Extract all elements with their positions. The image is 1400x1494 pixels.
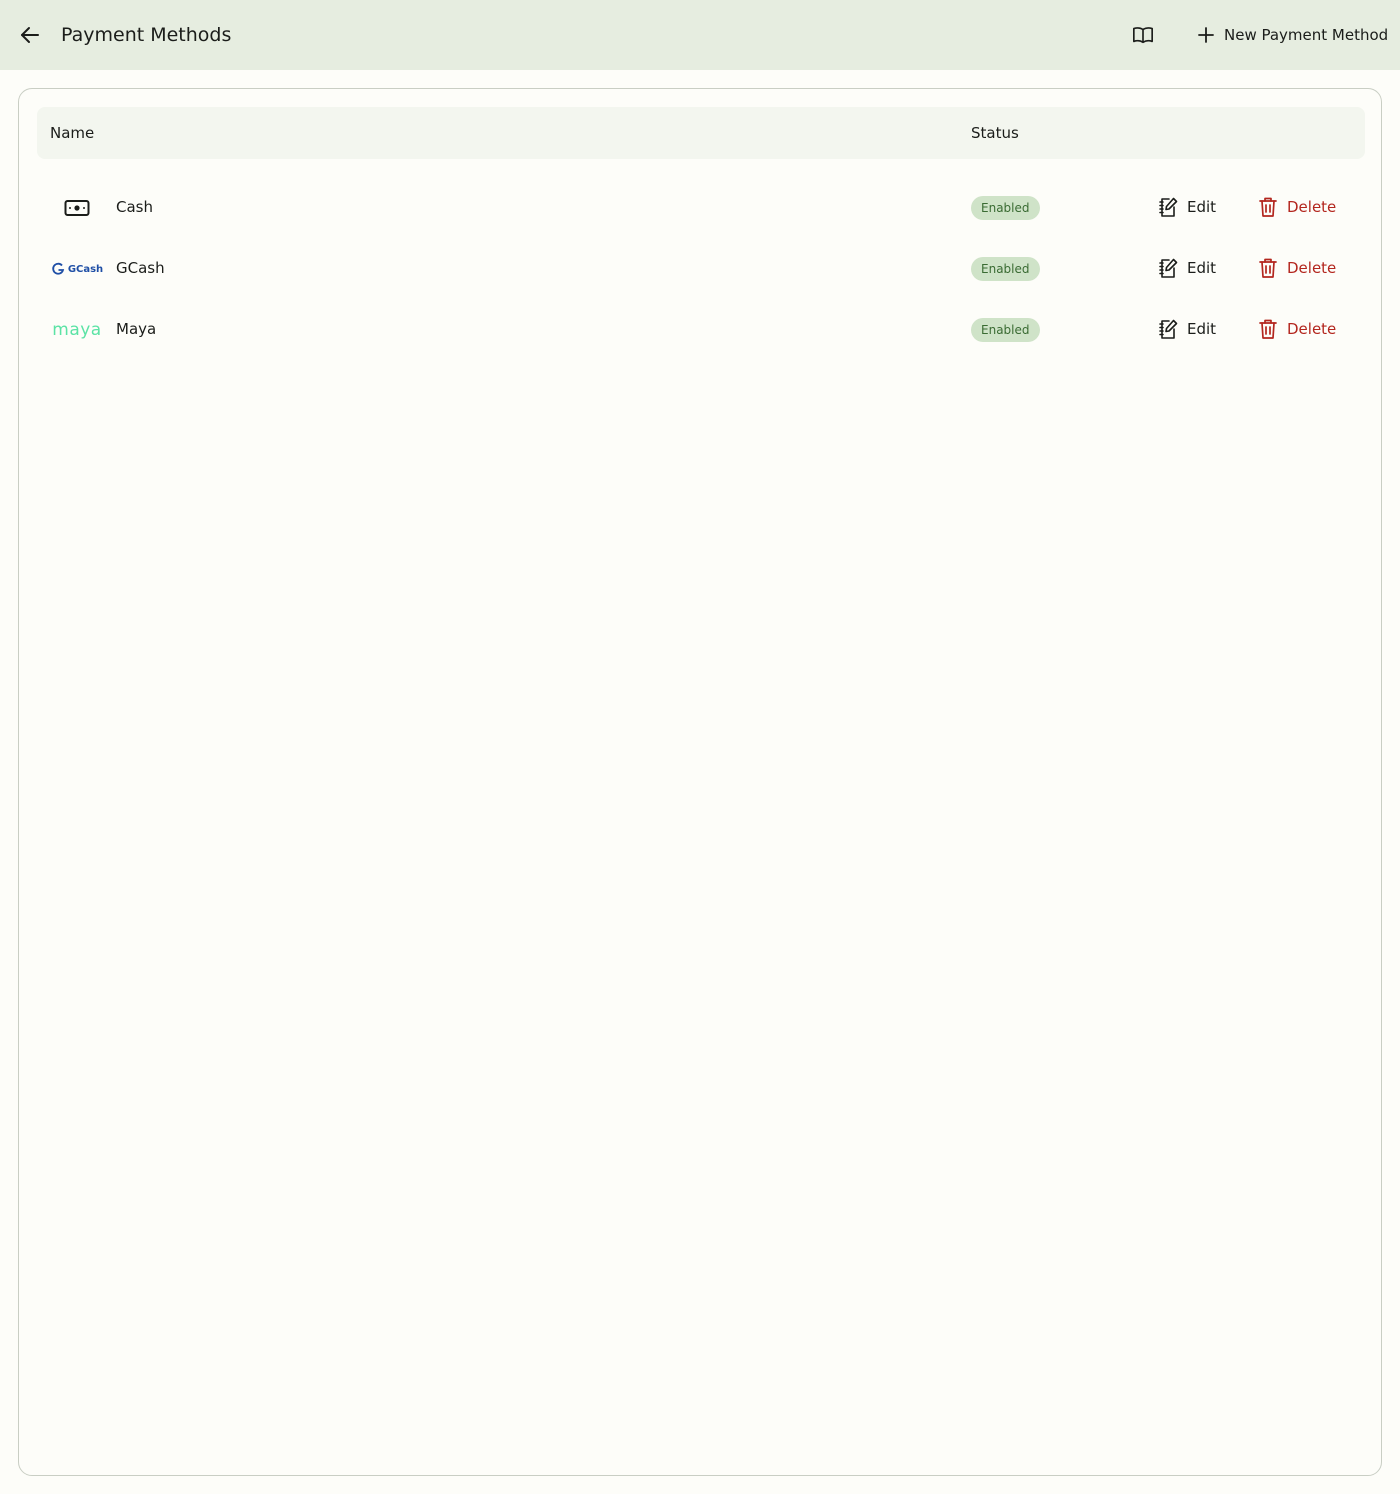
column-header-status: Status [971,124,1019,142]
docs-button[interactable] [1125,17,1161,53]
payment-method-name: Maya [116,320,157,338]
table-header: Name Status [37,107,1365,159]
gcash-logo-text: GCash [67,263,104,275]
delete-label: Delete [1287,198,1337,216]
arrow-left-icon [21,27,39,43]
trash-icon [1257,257,1279,279]
table-row: maya Maya Enabled Edit Delete [37,299,1365,360]
edit-label: Edit [1187,259,1217,277]
column-header-name: Name [50,124,95,142]
delete-button[interactable]: Delete [1247,188,1346,226]
delete-label: Delete [1287,259,1337,277]
edit-label: Edit [1187,320,1217,338]
edit-button[interactable]: Edit [1147,310,1226,348]
edit-icon [1157,196,1179,218]
cash-icon [49,195,105,221]
delete-label: Delete [1287,320,1337,338]
trash-icon [1257,318,1279,340]
status-badge: Enabled [971,257,1040,281]
gcash-logo: GCash [49,256,105,282]
delete-button[interactable]: Delete [1247,310,1346,348]
app-bar: Payment Methods New Payment Method [0,0,1400,70]
edit-icon [1157,257,1179,279]
maya-logo-text: maya [52,320,102,340]
page-title: Payment Methods [61,24,232,46]
trash-icon [1257,196,1279,218]
new-payment-method-button[interactable]: New Payment Method [1184,14,1400,56]
status-badge: Enabled [971,196,1040,220]
book-open-icon [1133,27,1153,44]
payment-method-name: Cash [116,198,153,216]
payment-method-name: GCash [116,259,165,277]
table-row: GCash GCash Enabled Edit Delete [37,238,1365,299]
edit-button[interactable]: Edit [1147,188,1226,226]
edit-icon [1157,318,1179,340]
plus-icon [1196,25,1216,45]
edit-label: Edit [1187,198,1217,216]
maya-logo: maya [49,317,105,343]
new-payment-method-label: New Payment Method [1224,26,1389,44]
status-badge: Enabled [971,318,1040,342]
table-row: Cash Enabled Edit Delete [37,177,1365,238]
payment-methods-card: Name Status Cash Enabled Edit Delete GCa… [18,88,1382,1476]
delete-button[interactable]: Delete [1247,249,1346,287]
edit-button[interactable]: Edit [1147,249,1226,287]
back-button[interactable] [12,17,48,53]
